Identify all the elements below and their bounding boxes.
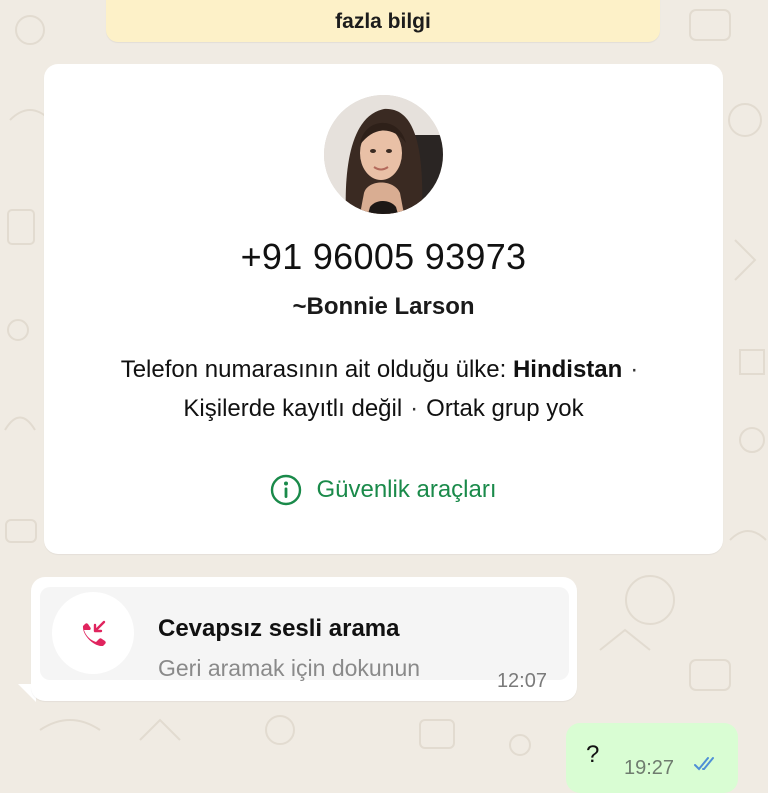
outgoing-message-time: 19:27 <box>624 757 675 779</box>
contact-details: Telefon numarasının ait olduğu ülke: Hin… <box>64 350 703 428</box>
no-groups-label: Ortak grup yok <box>426 395 584 422</box>
missed-call-icon <box>82 620 106 647</box>
avatar-photo <box>324 95 443 214</box>
outgoing-message[interactable]: ? 19:27 <box>566 723 738 793</box>
missed-call-time: 12:07 <box>496 670 547 692</box>
safety-tools-button[interactable]: Güvenlik araçları <box>44 474 723 506</box>
safety-tools-label: Güvenlik araçları <box>316 476 497 503</box>
missed-call-panel[interactable]: Cevapsız sesli arama Geri aramak için do… <box>40 587 569 692</box>
separator: · <box>630 356 639 383</box>
missed-call-subtitle: Geri aramak için dokunun <box>158 655 421 681</box>
info-circle-icon <box>271 474 302 506</box>
country-name: Hindistan <box>512 356 623 383</box>
banner-label: fazla bilgi <box>335 10 431 33</box>
missed-call-icon-badge <box>52 592 134 674</box>
missed-call-message[interactable]: Cevapsız sesli arama Geri aramak için do… <box>31 577 577 701</box>
double-check-icon <box>694 757 714 771</box>
separator: · <box>410 395 419 422</box>
contact-phone-number: +91 96005 93973 <box>240 236 527 277</box>
outgoing-message-text: ? <box>586 741 600 768</box>
avatar[interactable] <box>324 95 443 214</box>
country-prefix: Telefon numarasının ait olduğu ülke: <box>120 356 513 383</box>
contact-info-card: +91 96005 93973 ~Bonnie Larson Telefon n… <box>44 64 723 554</box>
info-banner[interactable]: fazla bilgi <box>106 0 660 42</box>
contact-display-name: ~Bonnie Larson <box>292 293 475 320</box>
missed-call-title: Cevapsız sesli arama <box>158 615 400 642</box>
not-saved-label: Kişilerde kayıtlı değil <box>183 395 403 422</box>
